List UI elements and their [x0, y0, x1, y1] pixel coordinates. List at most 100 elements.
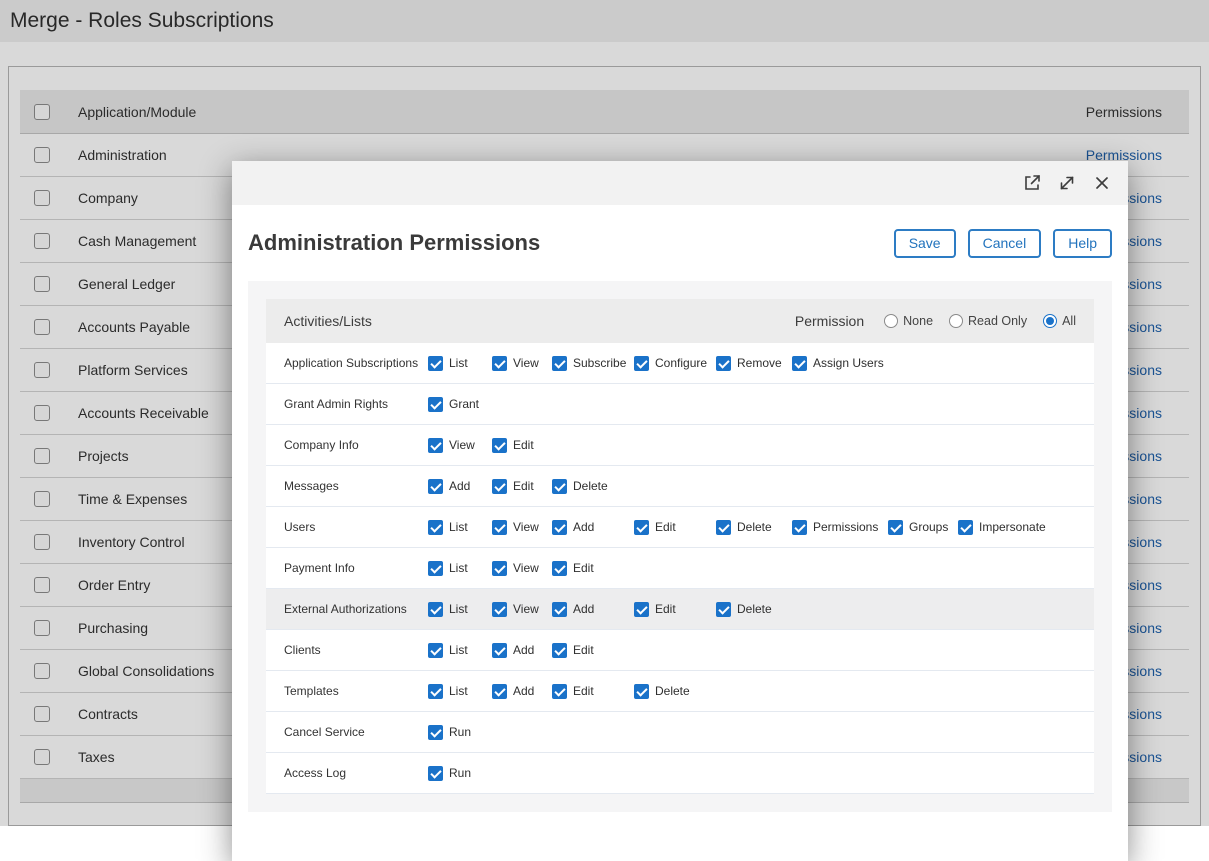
- permission-checkbox[interactable]: List: [428, 602, 492, 617]
- activity-label: Messages: [284, 479, 428, 493]
- checkbox-label: Add: [513, 684, 534, 698]
- permission-checkbox[interactable]: Grant: [428, 397, 492, 412]
- permission-checkbox[interactable]: List: [428, 684, 492, 699]
- checkbox-label: Add: [573, 602, 594, 616]
- permission-checkbox[interactable]: Add: [552, 602, 634, 617]
- permission-row: Cancel Service Run: [266, 712, 1094, 753]
- activity-label: Access Log: [284, 766, 428, 780]
- checkbox-icon: [792, 356, 807, 371]
- permission-checkbox[interactable]: Delete: [716, 520, 792, 535]
- permission-checkbox[interactable]: Delete: [716, 602, 792, 617]
- permission-checkbox[interactable]: List: [428, 643, 492, 658]
- save-button[interactable]: Save: [894, 229, 956, 258]
- radio-icon: [1043, 314, 1057, 328]
- permission-checkbox[interactable]: View: [492, 356, 552, 371]
- modal-body: Activities/Lists Permission None Read On…: [232, 281, 1128, 812]
- permission-checkbox[interactable]: Groups: [888, 520, 958, 535]
- permission-checkbox[interactable]: Assign Users: [792, 356, 888, 371]
- checkbox-icon: [428, 602, 443, 617]
- checkbox-label: Remove: [737, 356, 782, 370]
- permission-checkbox[interactable]: View: [492, 561, 552, 576]
- permission-checkbox[interactable]: Add: [492, 643, 552, 658]
- permission-row: Access Log Run: [266, 753, 1094, 794]
- checkbox-icon: [552, 684, 567, 699]
- permission-checkbox[interactable]: Edit: [634, 602, 716, 617]
- checkbox-icon: [428, 684, 443, 699]
- checkbox-label: View: [513, 520, 539, 534]
- permission-checkbox[interactable]: Run: [428, 766, 492, 781]
- checkbox-icon: [428, 766, 443, 781]
- popout-icon[interactable]: [1022, 173, 1042, 193]
- permission-checkbox[interactable]: Remove: [716, 356, 792, 371]
- permission-radio-group: None Read Only All: [884, 314, 1076, 328]
- administration-permissions-modal: Administration Permissions Save Cancel H…: [232, 161, 1128, 861]
- permission-checkbox[interactable]: Edit: [634, 520, 716, 535]
- checkbox-icon: [428, 438, 443, 453]
- modal-header: Administration Permissions Save Cancel H…: [232, 205, 1128, 281]
- permission-options: Run: [428, 725, 1094, 740]
- checkbox-label: Subscribe: [573, 356, 626, 370]
- radio-icon: [949, 314, 963, 328]
- checkbox-label: Add: [513, 643, 534, 657]
- checkbox-label: Impersonate: [979, 520, 1046, 534]
- permission-checkbox[interactable]: List: [428, 356, 492, 371]
- permission-checkbox[interactable]: Delete: [634, 684, 716, 699]
- checkbox-label: Grant: [449, 397, 479, 411]
- permission-options: List View Edit: [428, 561, 1094, 576]
- cancel-button[interactable]: Cancel: [968, 229, 1042, 258]
- permission-checkbox[interactable]: Subscribe: [552, 356, 634, 371]
- permission-radio[interactable]: None: [884, 314, 933, 328]
- close-icon[interactable]: [1092, 173, 1112, 193]
- permission-checkbox[interactable]: Edit: [552, 684, 634, 699]
- permission-checkbox[interactable]: Add: [428, 479, 492, 494]
- checkbox-label: List: [449, 356, 468, 370]
- checkbox-icon: [634, 520, 649, 535]
- modal-titlebar: [232, 161, 1128, 205]
- checkbox-icon: [958, 520, 973, 535]
- permission-checkbox[interactable]: List: [428, 520, 492, 535]
- help-button[interactable]: Help: [1053, 229, 1112, 258]
- checkbox-label: Configure: [655, 356, 707, 370]
- activity-label: Payment Info: [284, 561, 428, 575]
- checkbox-label: List: [449, 602, 468, 616]
- permission-checkbox[interactable]: View: [492, 520, 552, 535]
- permission-label: Permission: [795, 313, 864, 329]
- activity-label: Users: [284, 520, 428, 534]
- permission-row: Templates List Add: [266, 671, 1094, 712]
- permission-radio[interactable]: All: [1043, 314, 1076, 328]
- permission-checkbox[interactable]: Impersonate: [958, 520, 1046, 535]
- permission-options: List View Add Edit: [428, 602, 1094, 617]
- permission-checkbox[interactable]: List: [428, 561, 492, 576]
- checkbox-label: View: [449, 438, 475, 452]
- checkbox-icon: [428, 356, 443, 371]
- activity-label: Application Subscriptions: [284, 356, 428, 370]
- permission-checkbox[interactable]: View: [428, 438, 492, 453]
- permission-row: Users List View: [266, 507, 1094, 548]
- permission-checkbox[interactable]: Edit: [552, 643, 634, 658]
- checkbox-label: List: [449, 561, 468, 575]
- permission-radio[interactable]: Read Only: [949, 314, 1027, 328]
- permission-checkbox[interactable]: View: [492, 602, 552, 617]
- radio-label: All: [1062, 314, 1076, 328]
- permission-checkbox[interactable]: Permissions: [792, 520, 888, 535]
- permission-checkbox[interactable]: Edit: [492, 438, 552, 453]
- checkbox-icon: [716, 356, 731, 371]
- modal-title: Administration Permissions: [248, 230, 894, 256]
- checkbox-icon: [792, 520, 807, 535]
- checkbox-label: Delete: [737, 520, 772, 534]
- checkbox-label: View: [513, 602, 539, 616]
- permission-checkbox[interactable]: Delete: [552, 479, 634, 494]
- permission-checkbox[interactable]: Add: [492, 684, 552, 699]
- checkbox-icon: [428, 520, 443, 535]
- permission-checkbox[interactable]: Run: [428, 725, 492, 740]
- permission-checkbox[interactable]: Add: [552, 520, 634, 535]
- maximize-icon[interactable]: [1057, 173, 1077, 193]
- permission-checkbox[interactable]: Edit: [492, 479, 552, 494]
- checkbox-icon: [492, 356, 507, 371]
- checkbox-label: Edit: [573, 643, 594, 657]
- checkbox-icon: [428, 479, 443, 494]
- activity-label: Templates: [284, 684, 428, 698]
- permission-checkbox[interactable]: Configure: [634, 356, 716, 371]
- permission-options: Add Edit Delete: [428, 479, 1094, 494]
- permission-checkbox[interactable]: Edit: [552, 561, 634, 576]
